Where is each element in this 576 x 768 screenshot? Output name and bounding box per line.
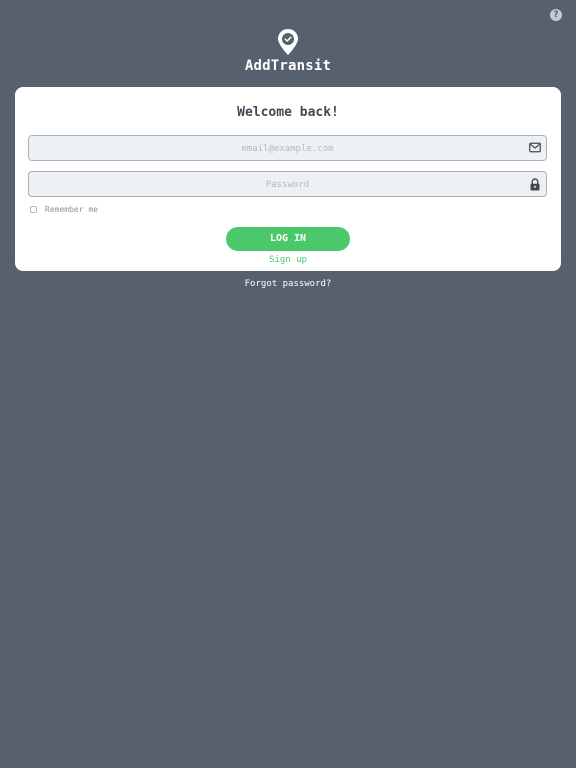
help-icon[interactable]: ? [550,9,562,21]
remember-me-label: Remember me [45,205,98,214]
welcome-heading: Welcome back! [237,105,339,120]
signup-link[interactable]: Sign up [15,255,561,265]
login-card: Welcome back! Remember me LOG IN Sign up [15,87,561,271]
forgot-password-link[interactable]: Forgot password? [0,279,576,289]
email-input[interactable] [29,137,546,161]
email-field [28,135,547,161]
password-input[interactable] [29,173,546,197]
lock-icon [530,178,540,191]
map-pin-check-icon [278,29,298,55]
envelope-icon [529,142,541,153]
login-button[interactable]: LOG IN [226,227,350,251]
app-name: AddTransit [244,58,332,74]
remember-me-checkbox[interactable] [30,206,37,213]
password-field [28,171,547,197]
brand: AddTransit [0,28,576,74]
remember-me-row: Remember me [30,205,98,214]
